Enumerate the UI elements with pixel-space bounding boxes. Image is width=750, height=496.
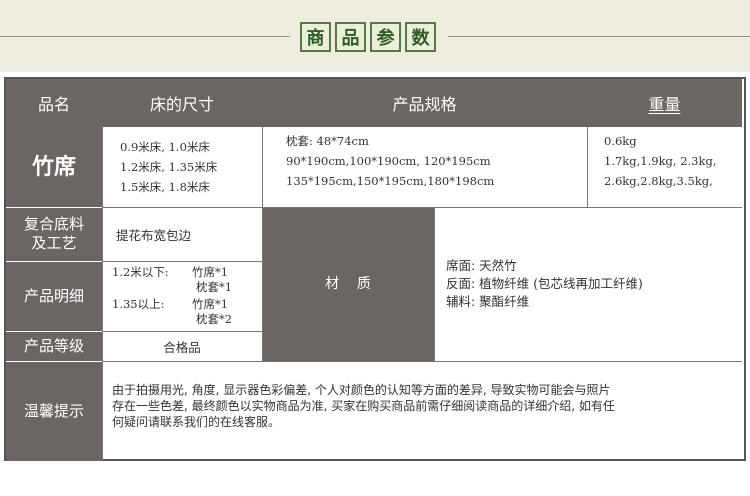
detail-row: 1.2米以下: 竹席*1 xyxy=(112,265,262,280)
grid-line xyxy=(6,261,102,262)
bed-size-item: 1.2米床, 1.35米床 xyxy=(120,160,218,174)
header-spec: 产品规格 xyxy=(392,95,457,114)
grid-line xyxy=(102,361,742,362)
grid-line xyxy=(102,261,262,262)
material-item: 席面: 天然竹 xyxy=(446,258,517,273)
material-item: 辅料: 聚酯纤维 xyxy=(446,294,530,309)
grid-line xyxy=(6,207,102,208)
grid-line xyxy=(102,331,262,332)
grid-line xyxy=(587,127,588,207)
detail-label: 产品明细 xyxy=(6,261,102,331)
weight-item: 1.7kg,1.9kg, 2.3kg, xyxy=(604,154,717,168)
title-char: 数 xyxy=(405,22,436,52)
bed-size-list: 0.9米床, 1.0米床 1.2米床, 1.35米床 1.5米床, 1.8米床 xyxy=(120,137,260,197)
header-name: 品名 xyxy=(37,95,70,114)
banner-rule-left xyxy=(0,36,290,37)
spec-item: 135*195cm,150*195cm,180*198cm xyxy=(286,174,495,188)
spec-table: 品名 床的尺寸 产品规格 重量 竹席 0.9米床, 1.0米床 1.2米床, 1… xyxy=(4,77,746,461)
title-banner: 商 品 参 数 xyxy=(0,0,750,72)
material-label: 材 质 xyxy=(262,207,434,361)
notice-label: 温馨提示 xyxy=(6,361,102,461)
detail-range: 1.35以上: xyxy=(112,297,165,311)
spec-item: 枕套: 48*74cm xyxy=(286,134,369,148)
detail-row: 1.35以上: 竹席*1 xyxy=(112,297,262,312)
product-name: 竹席 xyxy=(6,127,102,207)
weight-item: 2.6kg,2.8kg,3.5kg, xyxy=(604,174,713,188)
notice-text: 由于拍摄用光, 角度, 显示器色彩偏差, 个人对颜色的认知等方面的差异, 导致实… xyxy=(112,382,738,430)
title-char: 商 xyxy=(300,22,331,52)
grid-line xyxy=(262,127,263,361)
bed-size-item: 0.9米床, 1.0米床 xyxy=(120,140,210,154)
detail-range: 1.2米以下: xyxy=(112,265,169,279)
grid-line xyxy=(434,207,435,361)
grid-line xyxy=(6,361,102,362)
section-title: 商 品 参 数 xyxy=(300,22,436,52)
grid-line xyxy=(102,127,103,461)
detail-content: 1.2米以下: 竹席*1 枕套*1 1.35以上: 竹席*1 枕套*2 xyxy=(112,265,262,327)
title-char: 参 xyxy=(370,22,401,52)
detail-item: 竹席*1 xyxy=(192,265,229,279)
bed-size-item: 1.5米床, 1.8米床 xyxy=(120,180,210,194)
notice-line: 存在一些色差, 最终颜色以实物商品为准, 买家在购买商品前需仔细阅读商品的详细介… xyxy=(112,399,615,413)
title-char: 品 xyxy=(335,22,366,52)
detail-row: 枕套*1 xyxy=(112,280,262,295)
header-weight: 重量 xyxy=(648,95,681,114)
composite-label-line: 及工艺 xyxy=(31,234,77,252)
detail-item: 竹席*1 xyxy=(192,297,229,311)
composite-label: 复合底料 及工艺 xyxy=(6,207,102,261)
detail-item: 枕套*1 xyxy=(196,280,233,294)
weight-list: 0.6kg 1.7kg,1.9kg, 2.3kg, 2.6kg,2.8kg,3.… xyxy=(604,131,742,191)
detail-item: 枕套*2 xyxy=(196,312,233,326)
composite-label-line: 复合底料 xyxy=(23,215,84,233)
detail-row: 枕套*2 xyxy=(112,312,262,327)
grade-label: 产品等级 xyxy=(6,331,102,361)
notice-line: 何疑问请联系我们的在线客服。 xyxy=(112,415,281,429)
banner-rule-right xyxy=(448,36,750,37)
spec-list: 枕套: 48*74cm 90*190cm,100*190cm, 120*195c… xyxy=(286,131,582,191)
material-item: 反面: 植物纤维 (包芯线再加工纤维) xyxy=(446,276,643,291)
header-size: 床的尺寸 xyxy=(149,95,214,114)
spec-item: 90*190cm,100*190cm, 120*195cm xyxy=(286,154,491,168)
grid-line xyxy=(6,331,102,332)
weight-item: 0.6kg xyxy=(604,134,637,148)
material-list: 席面: 天然竹 反面: 植物纤维 (包芯线再加工纤维) 辅料: 聚酯纤维 xyxy=(446,257,736,311)
grid-line xyxy=(102,207,742,208)
notice-line: 由于拍摄用光, 角度, 显示器色彩偏差, 个人对颜色的认知等方面的差异, 导致实… xyxy=(112,383,611,397)
grade-value: 合格品 xyxy=(163,339,201,355)
composite-value: 提花布宽包边 xyxy=(116,228,192,243)
